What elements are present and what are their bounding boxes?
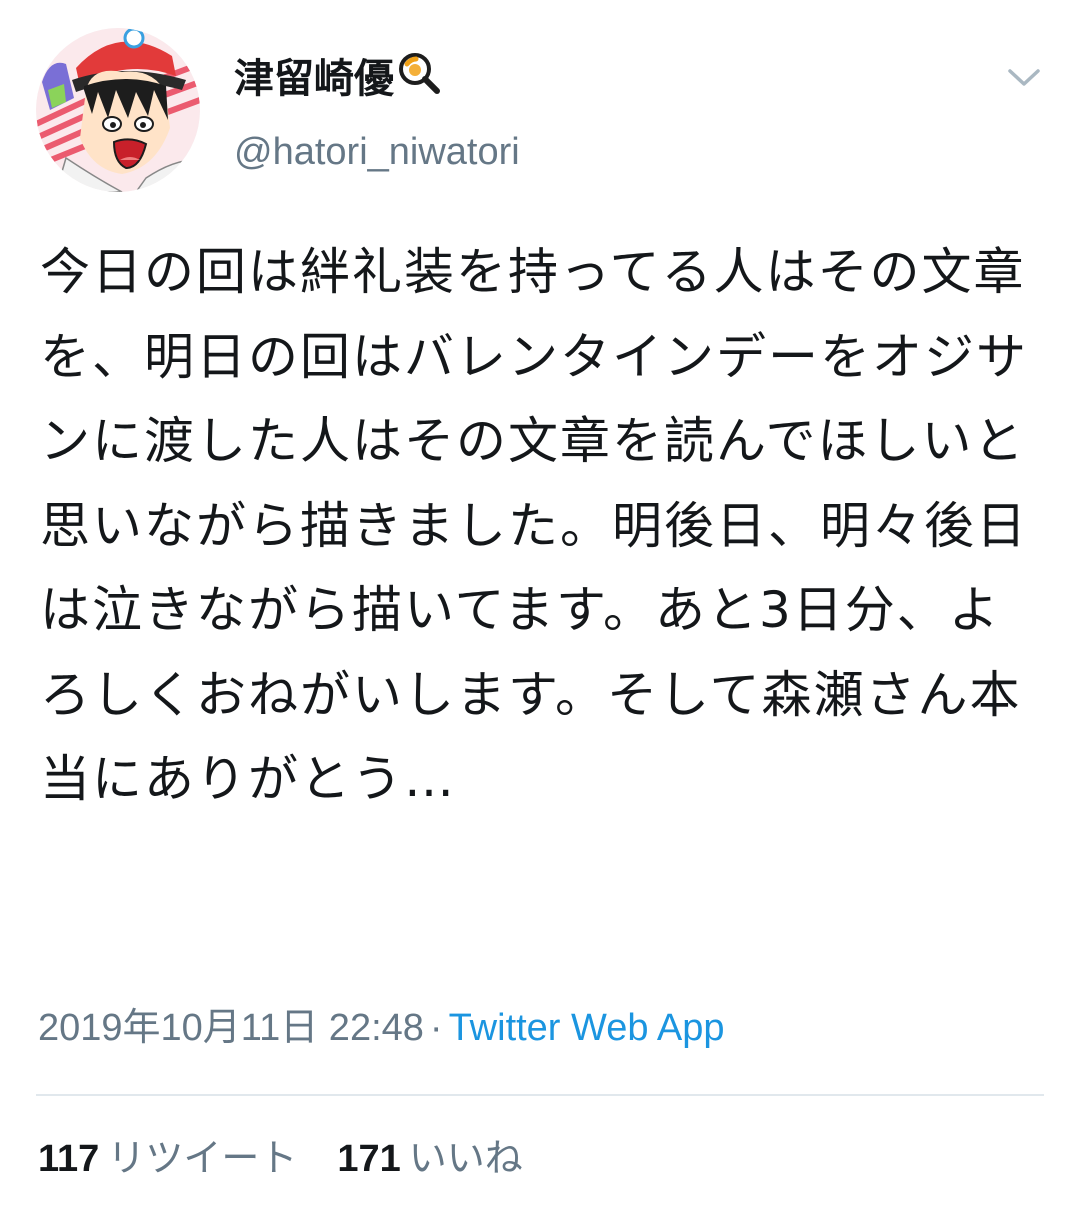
meta-separator: · (429, 1007, 443, 1049)
magnifying-glass-icon (396, 50, 442, 109)
display-name-text: 津留崎優 (234, 56, 394, 102)
user-display-name[interactable]: 津留崎優 (234, 50, 442, 109)
retweets-count: 117 (38, 1138, 100, 1180)
avatar[interactable] (36, 28, 200, 192)
retweets-label: リツイート (107, 1136, 298, 1180)
likes-label: いいね (408, 1136, 523, 1180)
retweets-stat[interactable]: 117 リツイート (38, 1132, 297, 1185)
likes-stat[interactable]: 171 いいね (337, 1132, 522, 1185)
chevron-down-icon[interactable] (1002, 56, 1046, 100)
likes-count: 171 (337, 1138, 401, 1180)
avatar-image (36, 28, 200, 192)
tweet-timestamp[interactable]: 2019年10月11日 22:48 (38, 1007, 424, 1049)
tweet-source-link[interactable]: Twitter Web App (449, 1007, 725, 1049)
user-handle[interactable]: @hatori_niwatori (234, 128, 520, 176)
divider (36, 1094, 1044, 1096)
tweet-meta: 2019年10月11日 22:48 · Twitter Web App (38, 1004, 725, 1052)
tweet-text: 今日の回は絆礼装を持ってる人はその文章を、明日の回はバレンタインデーをオジサンに… (40, 243, 1028, 808)
tweet-stats: 117 リツイート 171 いいね (38, 1132, 523, 1185)
tweet-detail: 津留崎優 @hatori_niwatori 今日の回は絆礼装を持ってる人はその文… (0, 0, 1080, 1214)
tweet-header: 津留崎優 @hatori_niwatori (36, 28, 1046, 198)
